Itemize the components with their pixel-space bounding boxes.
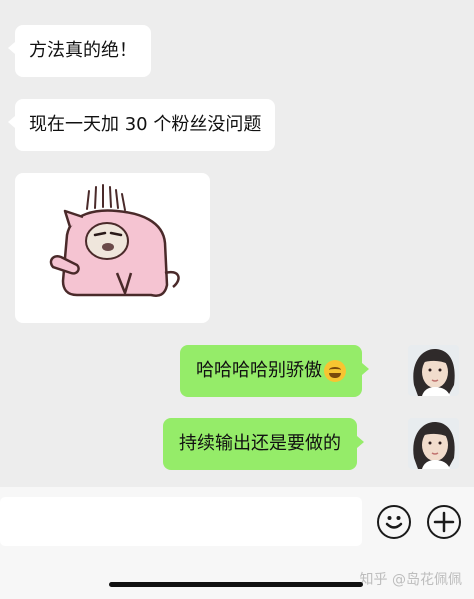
smirk-laugh-emoji-icon <box>324 360 346 382</box>
incoming-message-1[interactable]: 方法真的绝！ <box>8 25 151 77</box>
home-indicator[interactable] <box>109 582 363 587</box>
incoming-sticker-message[interactable] <box>15 173 210 323</box>
watermark: 知乎 @岛花佩佩 <box>359 572 462 588</box>
outgoing-message-2[interactable]: 持续输出还是要做的 <box>163 418 364 470</box>
emoji-button[interactable] <box>377 505 411 539</box>
emoji-button-icon <box>385 516 403 529</box>
message-input[interactable] <box>0 497 362 546</box>
message-text: 现在一天加 30 个粉丝没问题 <box>29 114 262 135</box>
add-button-icon <box>433 511 455 533</box>
avatar[interactable] <box>408 345 459 396</box>
message-text: 方法真的绝！ <box>29 40 137 61</box>
outgoing-message-1[interactable]: 哈哈哈哈别骄傲 <box>180 345 369 397</box>
chat-area: 方法真的绝！ 现在一天加 30 个粉丝没问题 哈哈哈哈别骄傲 持续输出还是要做的 <box>0 0 474 487</box>
message-text: 哈哈哈哈别骄傲 <box>196 360 322 381</box>
pink-cat-sticker-icon <box>49 184 180 297</box>
incoming-message-2[interactable]: 现在一天加 30 个粉丝没问题 <box>7 99 276 151</box>
message-text: 持续输出还是要做的 <box>179 433 341 454</box>
avatar[interactable] <box>408 418 459 469</box>
add-button[interactable] <box>427 505 461 539</box>
user-avatar-icon <box>408 345 459 396</box>
user-avatar-icon <box>408 418 459 469</box>
